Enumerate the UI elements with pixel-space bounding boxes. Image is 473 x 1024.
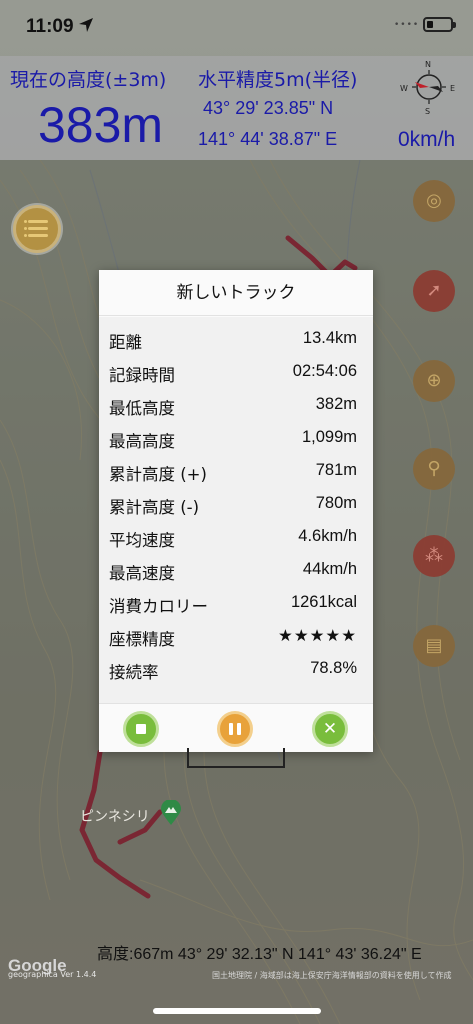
log-icon: ▤ [425,635,443,656]
track-stats: 距離 13.4km 記録時間 02:54:06 最低高度 382m 最高高度 1… [99,317,373,703]
footprints-button[interactable]: ⁂ [413,535,455,577]
stat-row: 平均速度 4.6km/h [99,521,373,554]
altitude-value: 383m [38,97,164,153]
stat-row: 接続率 78.8% [99,653,373,686]
stop-button[interactable] [123,711,159,747]
stat-value: 382m [315,395,357,413]
stat-label: 最高速度 [109,564,175,583]
stat-value: 781m [315,461,357,479]
stat-label: 座標精度 [109,630,175,649]
pin-icon: ⚲ [427,458,441,479]
app-version: geographica Ver 1.4.4 [8,970,97,979]
dialog-title: 新しいトラック [99,270,373,316]
stat-label: 接続率 [109,663,159,682]
stat-row: 最低高度 382m [99,389,373,422]
compass-letter-n: N [425,60,431,69]
accuracy-stars: ★★★★★ [278,626,357,645]
peak-label: ピンネシリ [80,809,150,825]
stop-icon [136,724,146,734]
compass-letter-w: W [400,84,408,93]
stat-label: 最低高度 [109,399,175,418]
stat-label: 距離 [109,333,142,352]
signal-icon: •••• [394,20,420,30]
pause-button[interactable] [217,711,253,747]
map-credit: 国土地理院 / 海域部は海上保安庁海洋情報部の資料を使用して作成 [212,971,452,980]
location-arrow-icon [79,18,93,32]
stat-label: 累計高度 (+) [109,465,207,484]
footprints-icon: ⁂ [425,545,443,566]
status-bar: 11:09 •••• [0,0,473,56]
cursor-info: 高度:667m 43° 29' 32.13" N 141° 43' 36.24"… [97,946,422,963]
stat-row: 消費カロリー 1261kcal [99,587,373,620]
map-scale-marker [187,748,285,768]
stat-row: 記録時間 02:54:06 [99,356,373,389]
stat-row: 最高速度 44km/h [99,554,373,587]
compass-needle-icon: ➚ [426,280,442,301]
stat-value: 02:54:06 [292,362,357,380]
compass-button[interactable]: ➚ [413,270,455,312]
stat-value: 44km/h [302,560,357,578]
altitude-label: 現在の高度(±3m) [10,69,167,91]
stat-row: 累計高度 (+) 781m [99,455,373,488]
stat-row: 距離 13.4km [99,323,373,356]
target-button[interactable]: ⊕ [413,360,455,402]
menu-button[interactable] [13,205,61,253]
compass-letter-e: E [450,84,455,93]
status-time: 11:09 [26,16,74,37]
stat-label: 消費カロリー [109,597,208,616]
home-indicator[interactable] [153,1008,321,1014]
stat-row: 最高高度 1,099m [99,422,373,455]
stat-value: 13.4km [302,329,357,347]
stat-label: 累計高度 (-) [109,498,200,517]
mountain-pin-icon[interactable] [160,800,182,826]
speed-value: 0km/h [398,128,456,151]
accuracy-label: 水平精度5m(半径) [198,69,358,91]
stat-value: 1,099m [301,428,357,446]
stat-value: 1261kcal [290,593,357,611]
close-icon: ✕ [322,719,338,739]
stat-value: 780m [315,494,357,512]
camera-button[interactable]: ◎ [413,180,455,222]
latitude-value: 43° 29' 23.85" N [203,98,334,118]
longitude-value: 141° 44' 38.87" E [198,129,338,149]
stat-label: 最高高度 [109,432,175,451]
stat-label: 平均速度 [109,531,175,550]
track-dialog: 新しいトラック 距離 13.4km 記録時間 02:54:06 最低高度 382… [99,270,373,752]
pin-button[interactable]: ⚲ [413,448,455,490]
target-icon: ⊕ [426,370,442,391]
stat-row: 座標精度 ★★★★★ [99,620,373,653]
stat-row: 累計高度 (-) 780m [99,488,373,521]
log-button[interactable]: ▤ [413,625,455,667]
camera-icon: ◎ [426,190,442,211]
compass-letter-s: S [425,107,430,116]
stat-value: 4.6km/h [298,527,357,545]
location-header: 現在の高度(±3m) 383m 水平精度5m(半径) 43° 29' 23.85… [0,56,473,160]
close-button[interactable]: ✕ [312,711,348,747]
stat-label: 記録時間 [109,366,175,385]
battery-icon [423,17,456,32]
dialog-actions: ✕ [99,703,373,752]
stat-value: 78.8% [310,659,357,677]
compass-icon[interactable]: N E S W [398,56,460,118]
